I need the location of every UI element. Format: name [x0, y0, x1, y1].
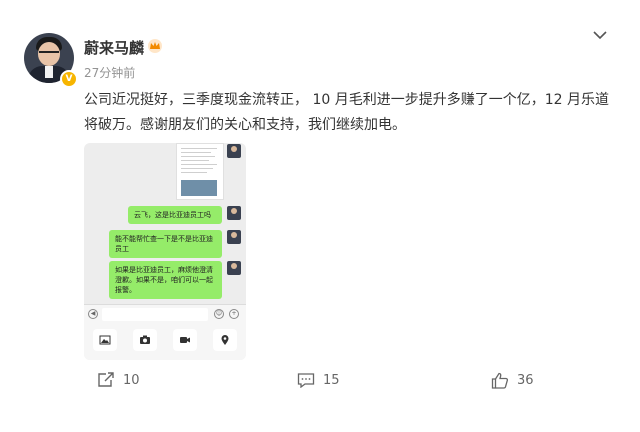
chevron-down-icon[interactable]	[593, 30, 607, 40]
chat-avatar	[227, 206, 241, 220]
chat-avatar	[227, 261, 241, 275]
chat-tools-panel	[84, 323, 246, 360]
chat-avatar	[227, 144, 241, 158]
like-icon	[491, 372, 509, 389]
comment-button[interactable]: 15	[297, 372, 340, 388]
chat-screenshot[interactable]: 云飞，这是比亚迪员工吗 能不能帮忙查一下是不是比亚迪员工 如果是比亚迪员工，麻烦…	[84, 143, 246, 360]
chat-bubble: 能不能帮忙查一下是不是比亚迪员工	[109, 230, 222, 258]
repost-button[interactable]: 10	[97, 372, 140, 388]
repost-icon	[98, 372, 114, 387]
like-button[interactable]: 36	[491, 372, 534, 389]
voice-icon[interactable]: ◀	[88, 309, 98, 319]
username[interactable]: 蔚来马麟	[84, 37, 144, 58]
like-count: 36	[517, 373, 534, 388]
chat-avatar	[227, 230, 241, 244]
chat-bubble: 云飞，这是比亚迪员工吗	[128, 206, 222, 224]
document-thumbnail	[176, 143, 224, 200]
camera-icon[interactable]	[133, 329, 157, 351]
repost-count: 10	[123, 372, 140, 388]
post-content: 公司近况挺好，三季度现金流转正， 10 月毛利进一步提升多赚了一个亿，12 月乐…	[84, 92, 609, 133]
add-icon[interactable]: +	[229, 309, 239, 319]
comment-count: 15	[323, 372, 340, 388]
video-call-icon[interactable]	[173, 329, 197, 351]
post-time: 27分钟前	[84, 66, 136, 80]
comment-icon	[297, 373, 315, 388]
verified-badge-icon: V	[60, 70, 78, 88]
location-icon[interactable]	[213, 329, 237, 351]
album-icon[interactable]	[93, 329, 117, 351]
chat-bubble: 如果是比亚迪员工，麻烦他澄清澄歉。如果不是，咱们可以一起报警。	[109, 261, 222, 299]
chat-input-bar: ◀ ☺ +	[84, 304, 246, 324]
chat-input[interactable]	[102, 308, 208, 321]
weibo-post: V 蔚来马麟 27分钟前 公司近况挺好，三季度现金流转正， 10 月毛利进一步提…	[0, 0, 640, 432]
emoji-icon[interactable]: ☺	[214, 309, 224, 319]
crown-icon	[148, 39, 162, 53]
